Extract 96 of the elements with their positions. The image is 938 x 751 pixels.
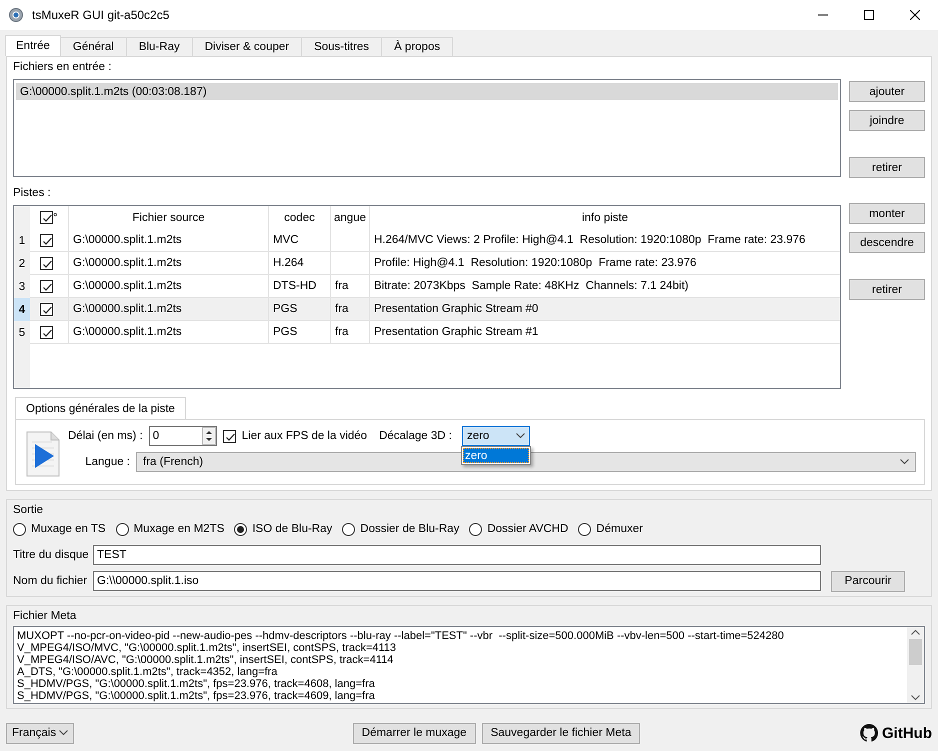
- radio-button[interactable]: [116, 522, 129, 536]
- browse-button[interactable]: Parcourir: [831, 570, 905, 592]
- radio-button[interactable]: [234, 522, 248, 536]
- row-number[interactable]: 5: [14, 321, 30, 344]
- radio-label[interactable]: Muxage en M2TS: [134, 523, 224, 535]
- column-header[interactable]: info piste: [370, 206, 840, 229]
- table-cell: MVC: [269, 229, 331, 251]
- column-header[interactable]: Fichier source: [69, 206, 269, 229]
- header-checkbox[interactable]: [40, 211, 53, 224]
- radio-button[interactable]: [13, 522, 26, 536]
- table-cell-text: H.264/MVC Views: 2 Profile: High@4.1 Resolution: 1920:1080p Frame rate: 23.976: [373, 233, 806, 248]
- column-header: °: [53, 212, 58, 224]
- radio-button[interactable]: [578, 522, 592, 536]
- scrollbar[interactable]: [907, 627, 924, 703]
- meta-line: MUXOPT --no-pcr-on-video-pid --new-audio-pes --hdmv-descriptors --blu-ray --label="TEST" --vbr --split-size=500.000MiB --vbv-len=500 --start-time=524280: [17, 630, 785, 642]
- caret-icon: [59, 730, 68, 736]
- column-header[interactable]: angue: [331, 206, 370, 229]
- section-label: Fichiers en entrée :: [13, 61, 112, 73]
- radio-button[interactable]: [469, 522, 482, 536]
- dropdown-option[interactable]: zero: [462, 448, 529, 463]
- table-cell: H.264: [269, 252, 331, 274]
- field-label: Titre du disque: [13, 549, 89, 561]
- radio-label[interactable]: ISO de Blu-Ray: [252, 523, 332, 535]
- github-link[interactable]: GitHub: [882, 724, 932, 742]
- caret-icon: [900, 459, 909, 465]
- table-cell: fra: [331, 298, 370, 320]
- maximize-icon[interactable]: [864, 10, 874, 20]
- table-cell: fra: [331, 321, 370, 343]
- section-label: Pistes :: [13, 187, 52, 199]
- table-cell: PGS: [269, 321, 331, 343]
- tab[interactable]: Entrée: [5, 35, 61, 56]
- meta-line: S_HDMV/PGS, "G:\00000.split.1.m2ts", fps=23.976, track=4609, lang=fra: [17, 690, 376, 702]
- checkbox[interactable]: [40, 326, 53, 338]
- file-button[interactable]: retirer: [849, 157, 925, 178]
- row-number[interactable]: 1: [14, 229, 30, 252]
- language-dropdown[interactable]: Français: [6, 722, 74, 744]
- meta-line: V_MPEG4/ISO/AVC, "G:\00000.split.1.m2ts", insertSEI, contSPS, track=4114: [17, 654, 394, 666]
- field-label: Nom du fichier: [13, 575, 88, 587]
- table-cell: fra: [331, 275, 370, 297]
- caret-icon: [516, 433, 525, 439]
- row-number[interactable]: 4: [14, 298, 30, 321]
- meta-line: A_DTS, "G:\00000.split.1.m2ts", track=4352, lang=fra: [17, 666, 278, 678]
- group-title: Sortie: [13, 504, 44, 516]
- table-cell: DTS-HD: [269, 275, 331, 297]
- action-button[interactable]: Sauvegarder le fichier Meta: [482, 722, 640, 744]
- file-button[interactable]: joindre: [849, 110, 925, 131]
- table-cell-text: Presentation Graphic Stream #1: [373, 325, 540, 340]
- video-file-icon: [24, 430, 62, 478]
- track-button[interactable]: monter: [849, 203, 925, 224]
- checkbox-label[interactable]: Lier aux FPS de la vidéo: [242, 430, 368, 442]
- table-cell: G:\00000.split.1.m2ts: [69, 252, 269, 274]
- field-label: Délai (en ms) :: [68, 430, 143, 442]
- table-cell: G:\00000.split.1.m2ts: [69, 229, 269, 251]
- column-header[interactable]: codec: [269, 206, 331, 229]
- radio-button[interactable]: [342, 522, 356, 536]
- checkbox[interactable]: [222, 430, 236, 442]
- tab[interactable]: À propos: [381, 37, 454, 56]
- close-icon[interactable]: [910, 10, 920, 20]
- table-cell-text: Presentation Graphic Stream #0: [373, 302, 540, 317]
- track-button[interactable]: descendre: [849, 232, 925, 253]
- file-button[interactable]: ajouter: [849, 81, 925, 102]
- input-field[interactable]: G:\\00000.split.1.iso: [93, 571, 821, 591]
- field-label: Décalage 3D :: [379, 430, 452, 442]
- meta-line: V_MPEG4/ISO/MVC, "G:\00000.split.1.m2ts", insertSEI, contSPS, track=4113: [17, 642, 398, 654]
- table-cell-text: Profile: High@4.1 Resolution: 1920:1080p Frame rate: 23.976: [373, 256, 698, 271]
- checkbox[interactable]: [40, 256, 53, 270]
- table-cell-text: Bitrate: 2073Kbps Sample Rate: 48KHz Channels: 7.1 24bit): [373, 279, 690, 294]
- scroll-down-icon[interactable]: [911, 695, 920, 701]
- window-title: tsMuxeR GUI git-a50c2c5: [32, 8, 170, 22]
- radio-label[interactable]: Dossier AVCHD: [487, 523, 568, 535]
- tab[interactable]: Options générales de la piste: [15, 397, 186, 419]
- checkbox[interactable]: [40, 234, 53, 246]
- table-cell: G:\00000.split.1.m2ts: [69, 321, 269, 343]
- radio-label[interactable]: Démuxer: [596, 523, 643, 535]
- group-title: Fichier Meta: [13, 610, 76, 622]
- row-number[interactable]: 3: [14, 275, 30, 298]
- gear-icon: [8, 7, 24, 23]
- checkbox[interactable]: [40, 302, 53, 316]
- table-cell: G:\00000.split.1.m2ts: [69, 298, 269, 320]
- cat-logo-icon: [859, 723, 879, 743]
- meta-line: S_HDMV/PGS, "G:\00000.split.1.m2ts", fps=23.976, track=4608, lang=fra: [17, 678, 376, 690]
- radio-label[interactable]: Dossier de Blu-Ray: [360, 523, 460, 535]
- action-button[interactable]: Démarrer le muxage: [352, 722, 476, 744]
- delay-spinbox[interactable]: 0: [148, 426, 217, 446]
- row-number[interactable]: 2: [14, 252, 30, 275]
- checkbox[interactable]: [40, 280, 53, 292]
- table-cell: G:\00000.split.1.m2ts: [69, 275, 269, 297]
- field-label: Langue :: [84, 456, 130, 468]
- radio-label[interactable]: Muxage en TS: [31, 523, 106, 535]
- meta-text-area[interactable]: [13, 626, 925, 704]
- spin-arrows-icon[interactable]: [202, 427, 216, 445]
- file-list-item[interactable]: G:\00000.split.1.m2ts (00:03:08.187): [16, 83, 838, 100]
- table-cell: PGS: [269, 298, 331, 320]
- input-field[interactable]: TEST: [93, 545, 821, 565]
- scroll-up-icon[interactable]: [911, 629, 920, 635]
- track-button[interactable]: retirer: [849, 279, 925, 300]
